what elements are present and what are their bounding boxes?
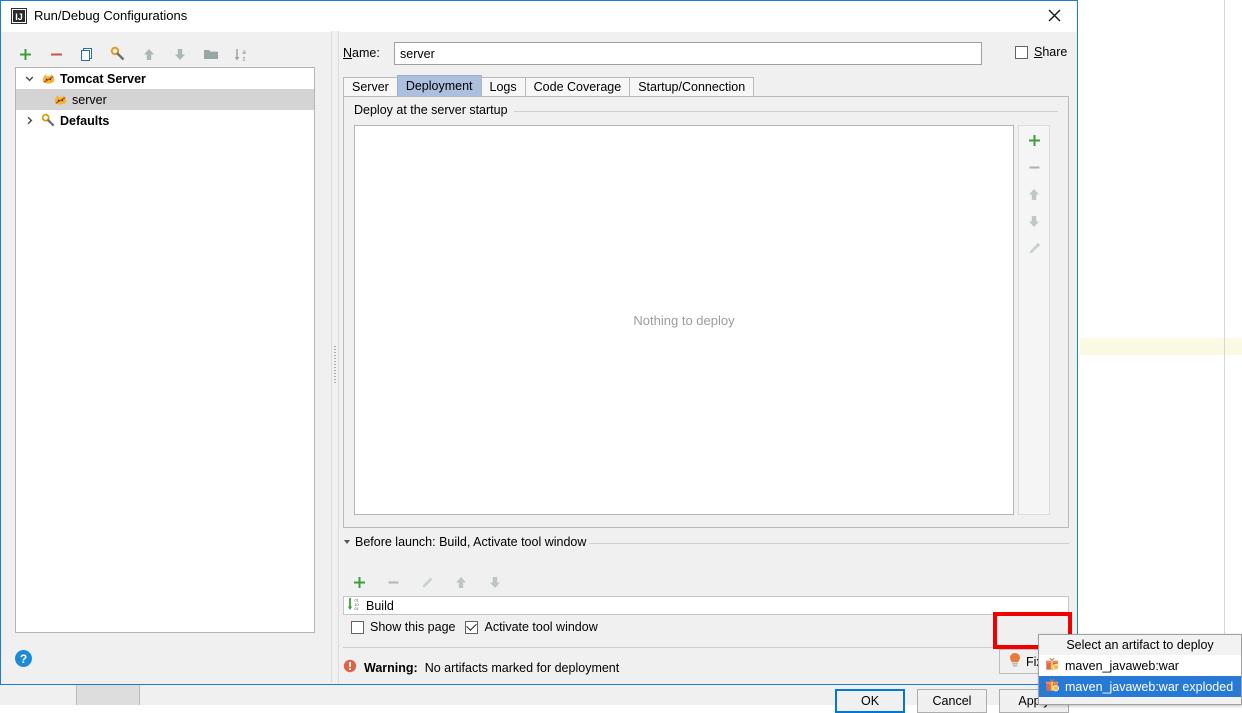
before-launch-options: Show this page Activate tool window <box>351 620 598 634</box>
tab-code-coverage[interactable]: Code Coverage <box>525 77 631 96</box>
cancel-button[interactable]: Cancel <box>917 689 987 713</box>
tab-startup-connection[interactable]: Startup/Connection <box>629 77 754 96</box>
configurations-panel: a z <box>1 31 331 683</box>
name-label: Name: <box>343 46 380 60</box>
tree-item-defaults[interactable]: Defaults <box>16 110 314 131</box>
share-label: Share <box>1034 45 1067 59</box>
configuration-tabs[interactable]: Server Deployment Logs Code Coverage Sta… <box>343 76 753 96</box>
tab-logs[interactable]: Logs <box>481 77 526 96</box>
sort-alpha-icon[interactable]: a z <box>232 44 252 64</box>
svg-text:a: a <box>242 50 246 56</box>
tomcat-icon <box>50 92 70 107</box>
deployment-tab-panel: Deploy at the server startup Nothing to … <box>343 96 1069 528</box>
splitter-line-left <box>331 31 332 683</box>
wrench-icon <box>38 113 58 128</box>
deploy-artifacts-list[interactable]: Nothing to deploy <box>354 125 1014 515</box>
chevron-right-icon[interactable] <box>20 116 38 125</box>
dialog-titlebar: IJ Run/Debug Configurations <box>1 1 1077 32</box>
activate-tool-window-checkbox-row[interactable]: Activate tool window <box>465 620 597 634</box>
show-this-page-checkbox[interactable] <box>351 621 364 634</box>
panel-splitter[interactable] <box>331 31 339 683</box>
close-icon[interactable] <box>1031 1 1077 30</box>
deploy-list-toolbar <box>1018 125 1050 515</box>
popup-item-maven-javaweb-war-exploded[interactable]: maven_javaweb:war exploded <box>1039 676 1241 697</box>
empty-list-message: Nothing to deploy <box>633 313 734 328</box>
svg-text:01: 01 <box>355 599 359 603</box>
arrow-down-icon[interactable] <box>170 44 190 64</box>
dialog-title: Run/Debug Configurations <box>34 8 187 23</box>
deploy-group-title: Deploy at the server startup <box>354 103 514 117</box>
warning-text: No artifacts marked for deployment <box>425 661 620 675</box>
select-artifact-popup: Select an artifact to deploy maven_javaw… <box>1038 634 1242 705</box>
before-launch-header[interactable]: Before launch: Build, Activate tool wind… <box>343 535 1069 551</box>
share-checkbox[interactable] <box>1015 46 1028 59</box>
tab-server[interactable]: Server <box>343 77 398 96</box>
name-input[interactable] <box>394 42 982 65</box>
wrench-icon[interactable] <box>108 44 128 64</box>
move-artifact-up-button[interactable] <box>1023 184 1045 204</box>
move-task-down-button[interactable] <box>485 572 505 592</box>
lightbulb-icon <box>1008 652 1022 671</box>
editor-highlighted-line <box>1080 338 1242 355</box>
add-artifact-button[interactable] <box>1023 130 1045 150</box>
tree-item-label: Tomcat Server <box>58 72 146 86</box>
svg-text:z: z <box>243 56 246 62</box>
configurations-tree[interactable]: Tomcat Server server <box>15 67 315 633</box>
warning-prefix: Warning: <box>364 661 418 675</box>
svg-text:IJ: IJ <box>15 12 23 22</box>
dialog-action-buttons: OK Cancel Apply <box>835 689 1069 713</box>
artifact-exploded-icon <box>1045 678 1059 695</box>
ok-button[interactable]: OK <box>835 689 905 713</box>
share-checkbox-row[interactable]: Share <box>1015 45 1067 59</box>
configuration-editor-panel: Name: Share Server Deployment Logs Code … <box>339 31 1076 683</box>
editor-right-margin-line <box>1224 0 1225 705</box>
popup-item-list: maven_javaweb:war maven_javaweb:war expl… <box>1039 655 1241 697</box>
popup-item-label: maven_javaweb:war <box>1065 659 1179 673</box>
before-launch-title: Before launch: Build, Activate tool wind… <box>355 535 592 549</box>
move-artifact-down-button[interactable] <box>1023 211 1045 231</box>
edit-artifact-button[interactable] <box>1023 238 1045 258</box>
copy-icon[interactable] <box>77 44 97 64</box>
intellij-idea-icon: IJ <box>11 8 27 24</box>
remove-configuration-button[interactable] <box>46 44 66 64</box>
svg-text:01: 01 <box>355 607 359 611</box>
warning-message: Warning: No artifacts marked for deploym… <box>343 659 619 676</box>
collapse-triangle-icon[interactable] <box>344 540 350 544</box>
popup-header: Select an artifact to deploy <box>1039 635 1241 655</box>
before-launch-toolbar <box>349 571 505 593</box>
show-this-page-checkbox-row[interactable]: Show this page <box>351 620 455 634</box>
tab-deployment[interactable]: Deployment <box>397 75 482 96</box>
remove-artifact-button[interactable] <box>1023 157 1045 177</box>
popup-item-label: maven_javaweb:war exploded <box>1065 680 1233 694</box>
popup-item-maven-javaweb-war[interactable]: maven_javaweb:war <box>1039 655 1241 676</box>
tree-item-tomcat-server[interactable]: Tomcat Server <box>16 68 314 89</box>
run-debug-configurations-dialog: IJ Run/Debug Configurations <box>0 0 1078 685</box>
help-icon[interactable]: ? <box>15 650 32 667</box>
name-row: Name: Share <box>343 42 1242 66</box>
artifact-icon <box>1045 657 1059 674</box>
error-icon <box>343 659 357 676</box>
tomcat-icon <box>38 71 58 86</box>
tree-item-label: Defaults <box>58 114 109 128</box>
remove-task-button[interactable] <box>383 572 403 592</box>
before-launch-separator <box>589 543 1069 544</box>
before-launch-task-label: Build <box>366 599 394 613</box>
help-label: ? <box>20 652 27 666</box>
folder-icon[interactable] <box>201 44 221 64</box>
move-task-up-button[interactable] <box>451 572 471 592</box>
tree-item-server[interactable]: server <box>16 89 314 110</box>
chevron-down-icon[interactable] <box>20 74 38 83</box>
build-icon: 01 10 01 <box>347 597 362 614</box>
splitter-grip[interactable] <box>334 346 336 384</box>
activate-tool-window-checkbox[interactable] <box>465 621 478 634</box>
add-configuration-button[interactable] <box>15 44 35 64</box>
before-launch-task-list[interactable]: 01 10 01 Build <box>343 596 1069 615</box>
tree-item-label: server <box>70 93 107 107</box>
activate-tool-window-label: Activate tool window <box>484 620 597 634</box>
add-task-button[interactable] <box>349 572 369 592</box>
edit-task-button[interactable] <box>417 572 437 592</box>
configurations-toolbar: a z <box>15 41 252 67</box>
arrow-up-icon[interactable] <box>139 44 159 64</box>
show-this-page-label: Show this page <box>370 620 455 634</box>
